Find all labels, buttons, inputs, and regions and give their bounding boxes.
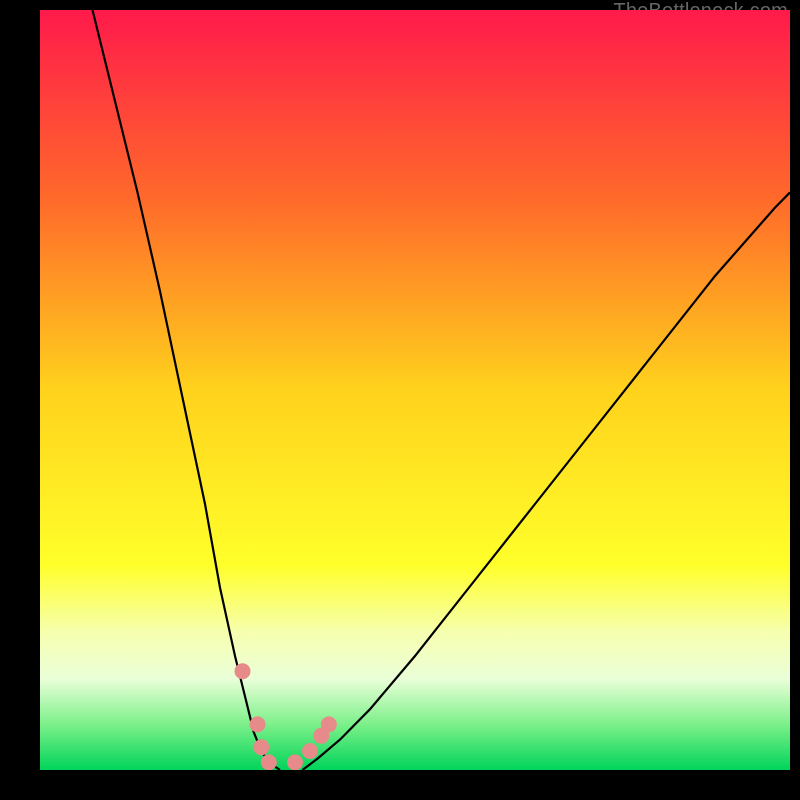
dot-2 [250,716,266,732]
dot-6 [302,743,318,759]
dot-4 [261,754,277,770]
dot-8 [321,716,337,732]
bottleneck-curve-chart [40,10,790,770]
dot-5 [287,754,303,770]
dot-3 [253,739,269,755]
dot-1 [235,663,251,679]
chart-frame [40,10,790,770]
